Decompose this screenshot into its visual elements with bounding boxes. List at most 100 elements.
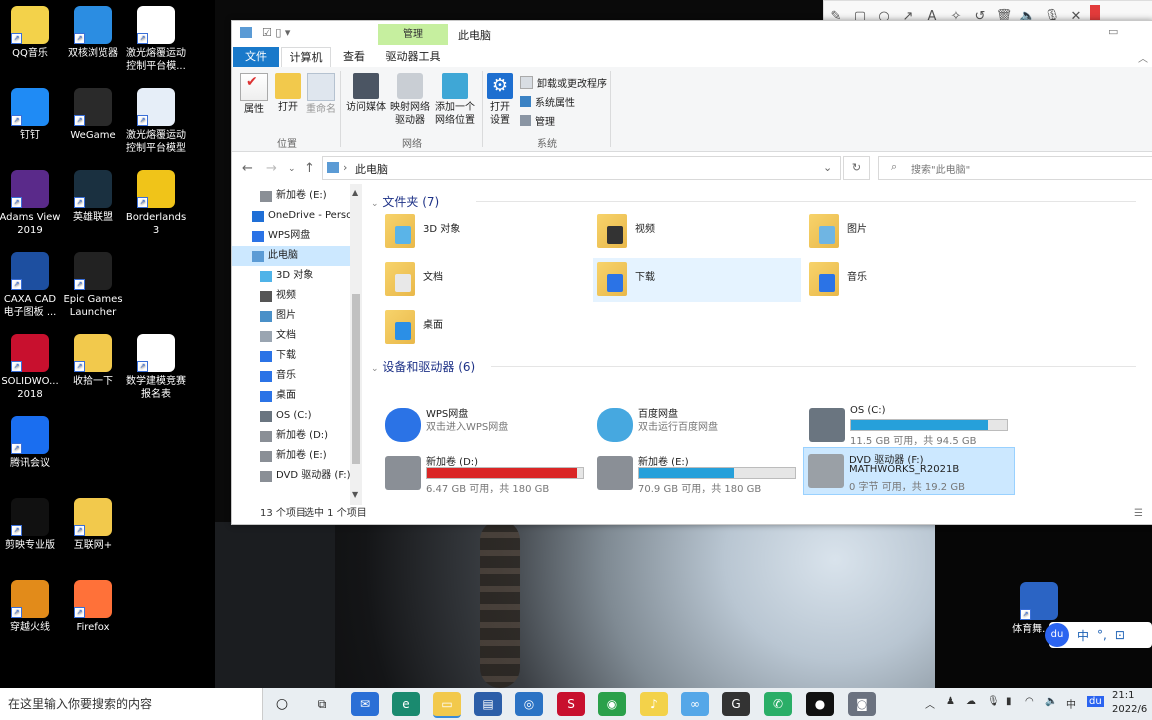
battery-icon[interactable]: ▮ xyxy=(1006,696,1012,707)
breadcrumb-this-pc[interactable]: 此电脑 xyxy=(355,161,388,177)
folder-item-4[interactable]: 下载 xyxy=(593,258,801,302)
caxa-taskbar-icon[interactable]: ◎ xyxy=(515,692,543,716)
tab-computer[interactable]: 计算机 xyxy=(281,47,331,69)
open-button[interactable]: 打开 xyxy=(272,73,304,114)
desktop-icon-18[interactable]: ↗ Firefox xyxy=(62,580,124,634)
search-input[interactable]: ⌕ 搜索"此电脑" xyxy=(878,156,1152,180)
properties-button[interactable]: ✔ 属性 xyxy=(238,73,270,116)
tab-drive-tools[interactable]: 驱动器工具 xyxy=(382,47,444,67)
nav-item-3[interactable]: 此电脑 xyxy=(232,246,350,266)
desktop-icon-7[interactable]: ↗ 英雄联盟 xyxy=(62,170,124,224)
microphone-tray-icon[interactable]: 🎙 xyxy=(987,696,1000,707)
baidu-input-icon[interactable]: du xyxy=(1045,623,1069,647)
access-media-button[interactable]: 访问媒体 xyxy=(344,73,388,114)
tab-file[interactable]: 文件 xyxy=(233,47,279,67)
onedrive-tray-icon[interactable]: ☁ xyxy=(966,696,976,707)
uninstall-programs-button[interactable]: 卸载或更改程序 xyxy=(520,75,607,90)
mail-icon[interactable]: ✉ xyxy=(351,692,379,716)
back-icon[interactable]: ← xyxy=(242,161,253,176)
folder-item-0[interactable]: 3D 对象 xyxy=(381,210,589,254)
folder-item-3[interactable]: 文档 xyxy=(381,258,589,302)
nav-item-8[interactable]: 下载 xyxy=(232,346,350,366)
desktop-icon-2[interactable]: ↗ 激光熔覆运动控制平台模... xyxy=(125,6,187,73)
wechat-icon[interactable]: ✆ xyxy=(764,692,792,716)
game-taskbar-icon[interactable]: G xyxy=(722,692,750,716)
baidu-input-tray-icon[interactable]: du xyxy=(1087,696,1104,707)
nav-item-4[interactable]: 3D 对象 xyxy=(232,266,350,286)
address-dropdown-icon[interactable]: ⌄ xyxy=(823,161,832,174)
file-explorer-icon[interactable]: ▭ xyxy=(433,692,461,718)
nav-item-0[interactable]: 新加卷 (E:) xyxy=(232,186,350,206)
taskbar-clock[interactable]: 21:1 2022/6 xyxy=(1112,689,1147,717)
folder-item-6[interactable]: 桌面 xyxy=(381,306,589,350)
up-icon[interactable]: ↑ xyxy=(304,161,315,176)
drive-item-1[interactable]: 百度网盘 双击运行百度网盘 xyxy=(593,402,803,448)
nav-item-2[interactable]: WPS网盘 xyxy=(232,226,350,246)
folder-item-2[interactable]: 图片 xyxy=(805,210,1013,254)
nav-item-9[interactable]: 音乐 xyxy=(232,366,350,386)
nav-item-7[interactable]: 文档 xyxy=(232,326,350,346)
ime-language[interactable]: 中 xyxy=(1077,627,1089,644)
desktop-icon-14[interactable]: ↗ 腾讯会议 xyxy=(0,416,61,470)
scrollbar-thumb[interactable] xyxy=(352,294,360,464)
nav-item-5[interactable]: 视频 xyxy=(232,286,350,306)
scroll-up-icon[interactable]: ▲ xyxy=(352,188,358,197)
recent-locations-icon[interactable]: ⌄ xyxy=(288,164,296,174)
drive-item-3[interactable]: 新加卷 (D:) 6.47 GB 可用，共 180 GB xyxy=(381,450,591,496)
store-icon[interactable]: ▤ xyxy=(474,692,502,716)
task-view-icon[interactable]: ⧉ xyxy=(308,692,336,716)
restore-icon[interactable]: ▭ xyxy=(1108,25,1118,38)
camera-icon[interactable]: ◙ xyxy=(848,692,876,716)
desktop-icon-4[interactable]: ↗ WeGame xyxy=(62,88,124,142)
manage-button[interactable]: 管理 xyxy=(520,113,555,128)
nav-item-12[interactable]: 新加卷 (D:) xyxy=(232,426,350,446)
desktop-icon-17[interactable]: ↗ 穿越火线 xyxy=(0,580,61,634)
folder-item-5[interactable]: 音乐 xyxy=(805,258,1013,302)
ime-tray-icon[interactable]: 中 xyxy=(1066,696,1076,711)
rename-button[interactable]: 重命名 xyxy=(304,73,338,116)
chrome-icon[interactable]: ◉ xyxy=(598,692,626,716)
refresh-button[interactable]: ↻ xyxy=(843,156,870,180)
tab-manage[interactable]: 管理 xyxy=(378,24,448,45)
desktop-icon-5[interactable]: ↗ 激光熔覆运动控制平台模型 xyxy=(125,88,187,155)
desktop-icon-8[interactable]: ↗ Borderlands 3 xyxy=(125,170,187,237)
drive-item-0[interactable]: WPS网盘 双击进入WPS网盘 xyxy=(381,402,591,448)
cortana-icon[interactable]: ○ xyxy=(268,692,296,716)
app-taskbar-icon[interactable]: ● xyxy=(806,692,834,716)
qq-tray-icon[interactable]: ♟ xyxy=(946,696,955,707)
drive-item-4[interactable]: 新加卷 (E:) 70.9 GB 可用，共 180 GB xyxy=(593,450,803,496)
nav-item-11[interactable]: OS (C:) xyxy=(232,406,350,426)
tab-view[interactable]: 查看 xyxy=(334,47,374,67)
breadcrumb-separator-icon[interactable]: › xyxy=(343,161,347,174)
desktop-icon-11[interactable]: ↗ SOLIDWO... 2018 xyxy=(0,334,61,401)
drive-item-5[interactable]: DVD 驱动器 (F:) MATHWORKS_R2021B 0 字节 可用，共 19… xyxy=(803,447,1015,495)
desktop-icon-15[interactable]: ↗ 剪映专业版 xyxy=(0,498,61,552)
show-hidden-icons[interactable]: ︿ xyxy=(925,696,935,711)
navigation-scrollbar[interactable]: ▲ ▼ xyxy=(350,184,362,505)
system-properties-button[interactable]: 系统属性 xyxy=(520,94,575,109)
forward-icon[interactable]: → xyxy=(266,161,277,176)
punctuation-icon[interactable]: °, xyxy=(1097,628,1107,642)
desktop-icon-9[interactable]: ↗ CAXA CAD 电子图板 ... xyxy=(0,252,61,319)
taskbar-search-input[interactable]: 在这里输入你要搜索的内容 xyxy=(0,688,263,720)
nav-item-10[interactable]: 桌面 xyxy=(232,386,350,406)
details-view-icon[interactable]: ☰ xyxy=(1134,505,1143,523)
edge-icon[interactable]: e xyxy=(392,692,420,716)
solidworks-taskbar-icon[interactable]: S xyxy=(557,692,585,716)
add-network-location-button[interactable]: 添加一个网络位置 xyxy=(432,73,478,127)
network-icon[interactable]: ◠ xyxy=(1025,696,1034,707)
baidu-netdisk-taskbar-icon[interactable]: ∞ xyxy=(681,692,709,716)
drive-item-2[interactable]: OS (C:) 11.5 GB 可用，共 94.5 GB xyxy=(805,402,1015,448)
quick-access-icons[interactable]: ☑ ▯ ▾ xyxy=(262,26,290,39)
folder-item-1[interactable]: 视频 xyxy=(593,210,801,254)
desktop-icon-6[interactable]: ↗ Adams View 2019 xyxy=(0,170,61,237)
toolbox-icon[interactable]: ⊡ xyxy=(1115,628,1125,642)
desktop-icon-10[interactable]: ↗ Epic Games Launcher xyxy=(62,252,124,319)
scroll-down-icon[interactable]: ▼ xyxy=(352,490,358,499)
desktop-icon-16[interactable]: ↗ 互联网+ xyxy=(62,498,124,552)
desktop-icon-3[interactable]: ↗ 钉钉 xyxy=(0,88,61,142)
desktop-icon-13[interactable]: ↗ 数学建模竞赛报名表 xyxy=(125,334,187,401)
desktop-icon-0[interactable]: ↗ QQ音乐 xyxy=(0,6,61,60)
drives-section-header[interactable]: ⌄ 设备和驱动器 (6) xyxy=(371,358,1136,375)
map-network-drive-button[interactable]: 映射网络驱动器 xyxy=(388,73,432,127)
